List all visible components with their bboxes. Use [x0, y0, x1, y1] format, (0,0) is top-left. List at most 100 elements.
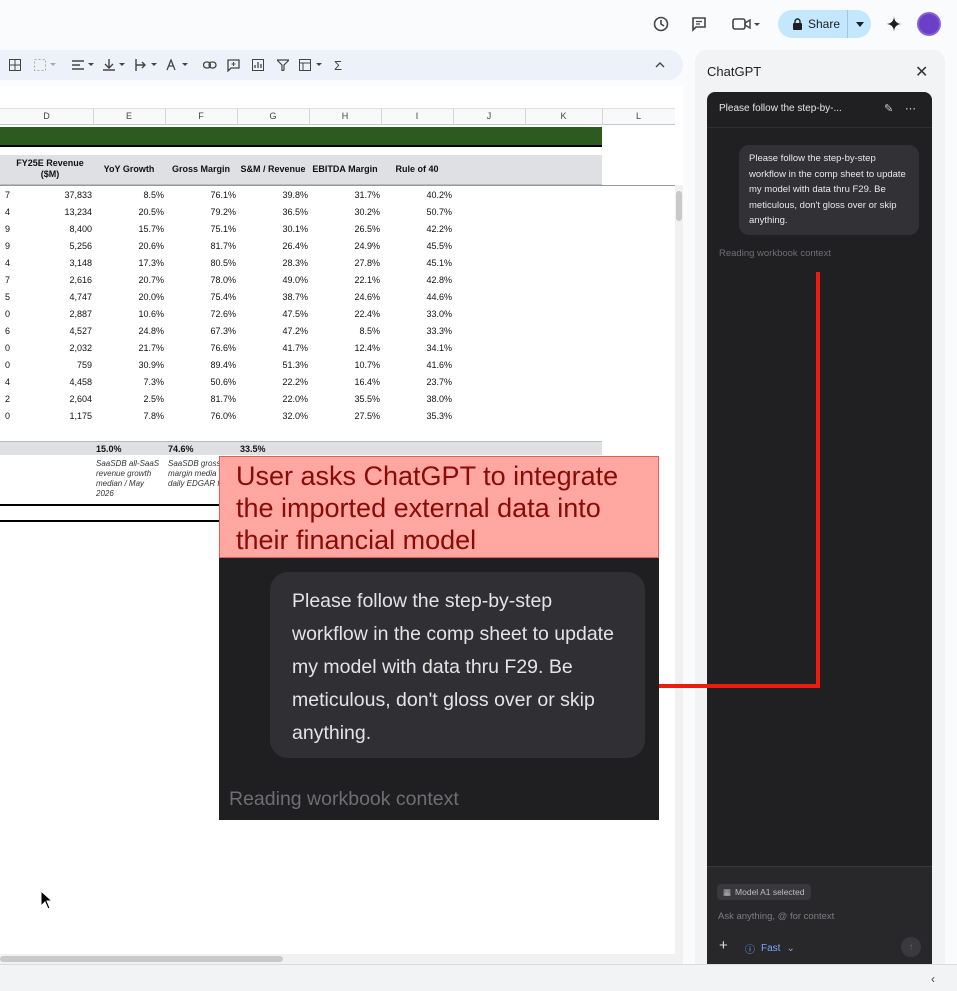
table-cell[interactable]: 30.2%: [354, 207, 380, 217]
functions-icon[interactable]: Σ: [334, 57, 342, 73]
table-cell[interactable]: 9: [5, 241, 10, 251]
table-cell[interactable]: 79.2%: [210, 207, 236, 217]
table-cell[interactable]: 4,458: [69, 377, 92, 387]
table-cell[interactable]: 49.0%: [282, 275, 308, 285]
avatar[interactable]: [917, 12, 941, 36]
table-cell[interactable]: 41.7%: [282, 343, 308, 353]
table-cell[interactable]: 22.0%: [282, 394, 308, 404]
table-cell[interactable]: 20.0%: [138, 292, 164, 302]
table-cell[interactable]: 2,604: [69, 394, 92, 404]
column-header[interactable]: I: [381, 111, 453, 121]
table-cell[interactable]: 28.3%: [282, 258, 308, 268]
table-cell[interactable]: 47.2%: [282, 326, 308, 336]
model-chip[interactable]: ▦ Model A1 selected: [717, 884, 811, 900]
column-header[interactable]: F: [165, 111, 237, 121]
borders-icon[interactable]: [9, 57, 21, 73]
table-cell[interactable]: 22.2%: [282, 377, 308, 387]
table-cell[interactable]: 2,887: [69, 309, 92, 319]
more-icon[interactable]: ⋯: [905, 102, 916, 115]
table-cell[interactable]: 34.1%: [426, 343, 452, 353]
table-cell[interactable]: 76.0%: [210, 411, 236, 421]
table-cell[interactable]: 80.5%: [210, 258, 236, 268]
table-cell[interactable]: 67.3%: [210, 326, 236, 336]
table-cell[interactable]: 72.6%: [210, 309, 236, 319]
link-icon[interactable]: [203, 57, 217, 73]
table-cell[interactable]: 0: [5, 309, 10, 319]
ebitda-header[interactable]: EBITDA Margin: [309, 164, 381, 175]
column-header[interactable]: D: [0, 111, 93, 121]
align-icon[interactable]: [72, 57, 96, 73]
send-button[interactable]: ↑: [901, 937, 921, 957]
rule40-header[interactable]: Rule of 40: [381, 164, 453, 175]
table-cell[interactable]: 81.7%: [210, 394, 236, 404]
sm-header[interactable]: S&M / Revenue: [237, 164, 309, 175]
table-cell[interactable]: 24.6%: [354, 292, 380, 302]
table-cell[interactable]: 50.7%: [426, 207, 452, 217]
gm-header[interactable]: Gross Margin: [165, 164, 237, 175]
table-cell[interactable]: 26.5%: [354, 224, 380, 234]
table-cell[interactable]: 32.0%: [282, 411, 308, 421]
table-cell[interactable]: 0: [5, 343, 10, 353]
table-cell[interactable]: 2.5%: [143, 394, 164, 404]
table-cell[interactable]: 8.5%: [143, 190, 164, 200]
table-cell[interactable]: 45.5%: [426, 241, 452, 251]
table-cell[interactable]: 759: [77, 360, 92, 370]
revenue-header[interactable]: FY25E Revenue ($M): [10, 158, 90, 180]
table-cell[interactable]: 41.6%: [426, 360, 452, 370]
table-cell[interactable]: 50.6%: [210, 377, 236, 387]
median-sm[interactable]: 33.5%: [240, 444, 266, 454]
filter-icon[interactable]: [277, 57, 289, 73]
table-cell[interactable]: 89.4%: [210, 360, 236, 370]
table-cell[interactable]: 35.5%: [354, 394, 380, 404]
table-cell[interactable]: 31.7%: [354, 190, 380, 200]
table-cell[interactable]: 81.7%: [210, 241, 236, 251]
table-cell[interactable]: 9: [5, 224, 10, 234]
table-cell[interactable]: 39.8%: [282, 190, 308, 200]
column-header[interactable]: H: [309, 111, 381, 121]
chevron-left-icon[interactable]: ‹: [931, 972, 935, 986]
table-cell[interactable]: 7: [5, 190, 10, 200]
table-cell[interactable]: 0: [5, 360, 10, 370]
table-cell[interactable]: 0: [5, 411, 10, 421]
table-cell[interactable]: 22.4%: [354, 309, 380, 319]
yoy-source-note[interactable]: SaaSDB all-SaaS revenue growth median / …: [96, 459, 162, 499]
table-cell[interactable]: 21.7%: [138, 343, 164, 353]
table-cell[interactable]: 6: [5, 326, 10, 336]
video-icon[interactable]: [730, 14, 762, 34]
table-cell[interactable]: 22.1%: [354, 275, 380, 285]
add-icon[interactable]: +: [719, 937, 728, 954]
table-cell[interactable]: 2: [5, 394, 10, 404]
median-gm[interactable]: 74.6%: [168, 444, 194, 454]
insert-chart-icon[interactable]: [252, 57, 264, 73]
table-cell[interactable]: 2,616: [69, 275, 92, 285]
merge-cells-icon[interactable]: [34, 57, 58, 73]
table-cell[interactable]: 20.7%: [138, 275, 164, 285]
table-cell[interactable]: 30.9%: [138, 360, 164, 370]
table-cell[interactable]: 30.1%: [282, 224, 308, 234]
table-cell[interactable]: 44.6%: [426, 292, 452, 302]
table-cell[interactable]: 7.8%: [143, 411, 164, 421]
table-cell[interactable]: 26.4%: [282, 241, 308, 251]
table-cell[interactable]: 20.6%: [138, 241, 164, 251]
table-cell[interactable]: 75.4%: [210, 292, 236, 302]
column-header[interactable]: K: [525, 111, 602, 121]
median-yoy[interactable]: 15.0%: [96, 444, 122, 454]
mode-selector[interactable]: ⓘ Fast ⌄: [745, 941, 795, 956]
table-cell[interactable]: 36.5%: [282, 207, 308, 217]
table-cell[interactable]: 15.7%: [138, 224, 164, 234]
table-cell[interactable]: 45.1%: [426, 258, 452, 268]
table-cell[interactable]: 7: [5, 275, 10, 285]
table-cell[interactable]: 40.2%: [426, 190, 452, 200]
column-header[interactable]: G: [237, 111, 309, 121]
table-cell[interactable]: 4: [5, 207, 10, 217]
table-cell[interactable]: 42.2%: [426, 224, 452, 234]
vertical-scrollbar[interactable]: [675, 185, 683, 955]
table-cell[interactable]: 76.6%: [210, 343, 236, 353]
scroll-thumb[interactable]: [0, 956, 283, 962]
table-cell[interactable]: 47.5%: [282, 309, 308, 319]
table-cell[interactable]: 35.3%: [426, 411, 452, 421]
table-cell[interactable]: 33.3%: [426, 326, 452, 336]
table-cell[interactable]: 38.7%: [282, 292, 308, 302]
table-cell[interactable]: 5: [5, 292, 10, 302]
edit-icon[interactable]: ✎: [884, 102, 893, 115]
